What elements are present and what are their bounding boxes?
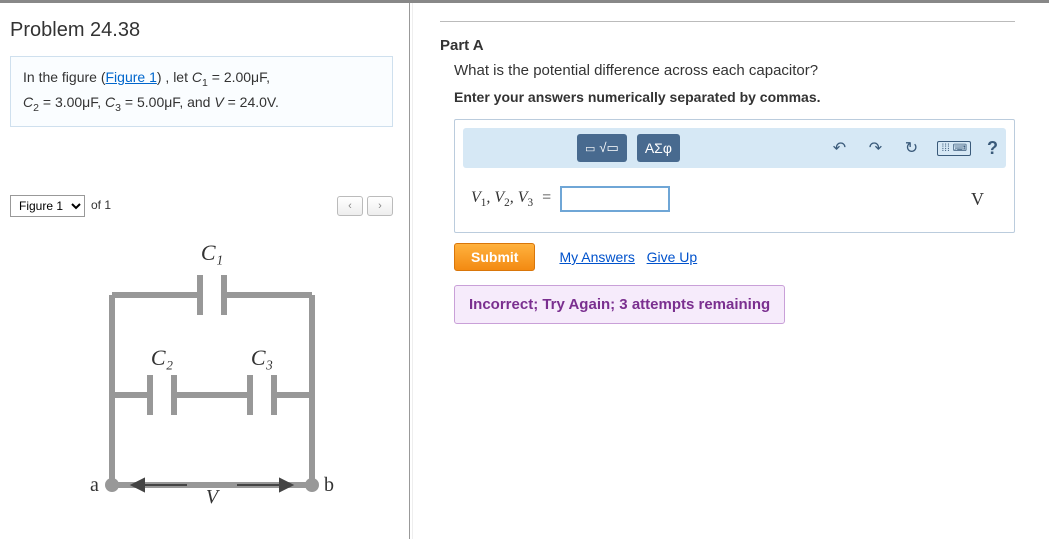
give-up-link[interactable]: Give Up	[647, 249, 698, 265]
part-a-label: Part A	[440, 37, 1015, 54]
label-v: V	[205, 486, 220, 508]
reset-icon[interactable]: ↻	[901, 138, 921, 158]
greek-button[interactable]: ΑΣφ	[637, 134, 680, 162]
problem-statement-box: In the figure (Figure 1) , let C1 = 2.00…	[10, 56, 393, 127]
help-icon[interactable]: ?	[987, 138, 998, 159]
feedback-message: Incorrect; Try Again; 3 attempts remaini…	[454, 285, 785, 324]
figure-next-button[interactable]: ›	[367, 196, 393, 216]
template-button[interactable]: ▭√▭	[577, 134, 627, 162]
label-a: a	[90, 474, 99, 496]
math-toolbar: ▭√▭ ΑΣφ ↶ ↷ ↻ ⁞⁞⁞ ⌨ ?	[463, 128, 1006, 168]
figure-prev-button[interactable]: ‹	[337, 196, 363, 216]
label-c3: C₃	[250, 345, 272, 370]
figure-of-text: of 1	[85, 195, 117, 217]
label-c2: C₂	[150, 345, 173, 370]
answer-area: ▭√▭ ΑΣφ ↶ ↷ ↻ ⁞⁞⁞ ⌨ ? V1, V2, V3 = V	[454, 119, 1015, 233]
figure-link[interactable]: Figure 1	[106, 69, 157, 85]
figure-nav-bar: Figure 1 of 1 ‹ ›	[10, 195, 393, 217]
answer-label: V1, V2, V3 =	[471, 189, 552, 209]
label-b: b	[324, 474, 334, 496]
instruction-text: Enter your answers numerically separated…	[454, 89, 1015, 105]
problem-text-suffix: ) , let	[157, 69, 192, 85]
question-text: What is the potential difference across …	[454, 62, 1015, 79]
given-c3: C3 = 5.00μF	[105, 94, 179, 110]
my-answers-link[interactable]: My Answers	[559, 249, 634, 265]
keyboard-icon[interactable]: ⁞⁞⁞ ⌨	[937, 141, 971, 156]
circuit-figure: C₁ C₂ C₃ a b V	[10, 225, 393, 525]
given-c1: C1 = 2.00μF	[192, 69, 266, 85]
problem-title: Problem 24.38	[10, 19, 393, 42]
undo-icon[interactable]: ↶	[829, 138, 849, 158]
given-v: V = 24.0V	[214, 94, 275, 110]
answer-input[interactable]	[560, 186, 670, 212]
problem-text-prefix: In the figure (	[23, 69, 106, 85]
label-c1: C₁	[200, 240, 222, 265]
redo-icon[interactable]: ↷	[865, 138, 885, 158]
figure-select[interactable]: Figure 1	[10, 195, 85, 217]
submit-button[interactable]: Submit	[454, 243, 535, 271]
given-c2: C2 = 3.00μF	[23, 94, 97, 110]
unit-label: V	[971, 189, 998, 210]
